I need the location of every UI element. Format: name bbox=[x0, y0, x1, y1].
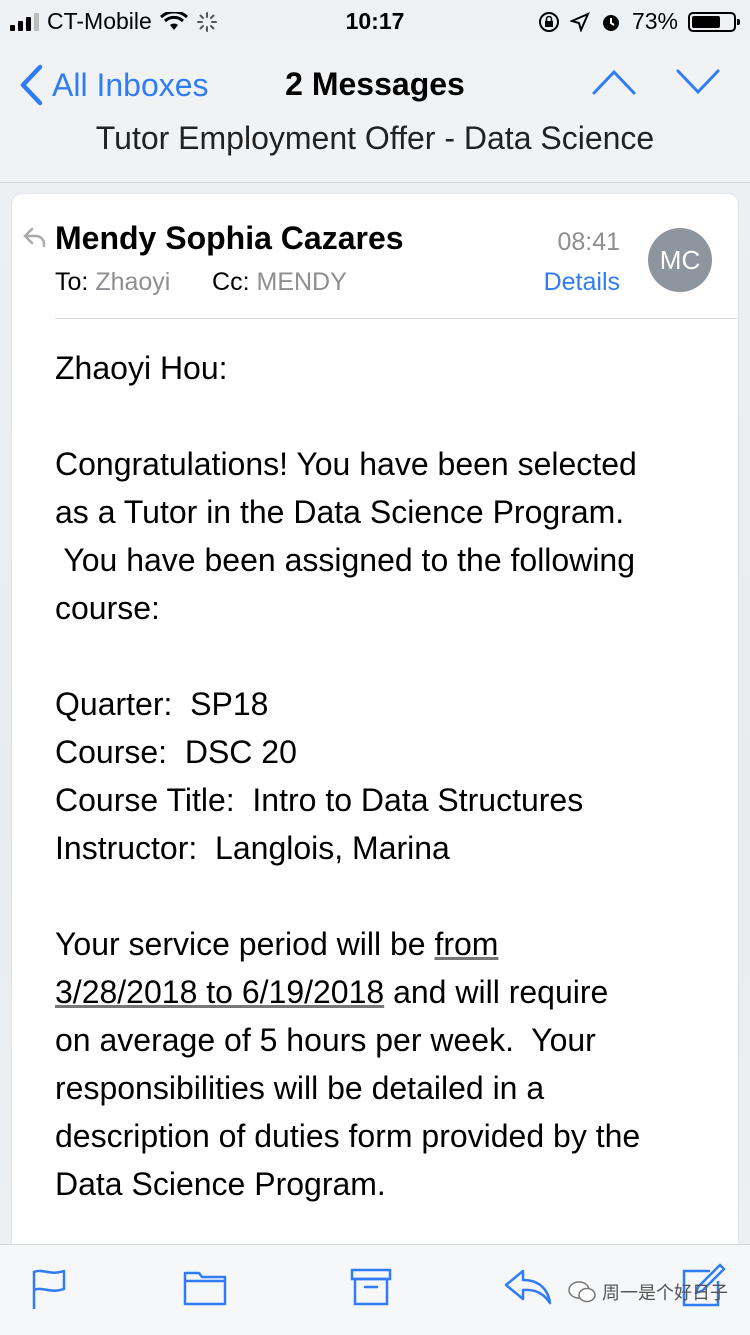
body-line: responsibilities will be detailed in a bbox=[55, 1070, 545, 1106]
bottom-toolbar: 周一是个好日子 bbox=[0, 1244, 750, 1335]
battery-fill bbox=[692, 15, 720, 28]
body-text: Your service period will be bbox=[55, 926, 435, 962]
orientation-lock-icon bbox=[538, 11, 559, 32]
location-icon bbox=[569, 11, 590, 32]
body-text: and will require bbox=[384, 974, 609, 1010]
mail-nav-bar: All Inboxes 2 Messages Tutor Employment … bbox=[0, 40, 750, 183]
battery-icon bbox=[688, 11, 740, 32]
body-line: course: bbox=[55, 590, 160, 626]
cc-recipient[interactable]: MENDY bbox=[257, 268, 347, 296]
to-recipient[interactable]: Zhaoyi bbox=[95, 268, 170, 296]
course-title: Course Title: Intro to Data Structures bbox=[55, 782, 584, 818]
replied-icon bbox=[23, 227, 46, 248]
status-bar: CT-Mobile 10:17 73% bbox=[0, 0, 750, 40]
body-line: Your service period will be from bbox=[55, 920, 705, 968]
body-line: on average of 5 hours per week. Your bbox=[55, 1022, 596, 1058]
folder-icon[interactable] bbox=[183, 1267, 227, 1307]
date-range-link[interactable]: 3/28/2018 to 6/19/2018 bbox=[55, 974, 384, 1010]
battery-percent: 73% bbox=[631, 8, 678, 34]
recipients: To: Zhaoyi Cc: MENDY bbox=[55, 268, 347, 297]
body-line: Congratulations! You have been selected bbox=[55, 446, 637, 482]
thread-subject: Tutor Employment Offer - Data Science bbox=[95, 120, 655, 156]
cc-label: Cc: bbox=[212, 268, 250, 296]
next-message-button[interactable] bbox=[676, 68, 720, 96]
previous-message-button[interactable] bbox=[592, 68, 636, 96]
reply-icon[interactable] bbox=[503, 1267, 553, 1307]
body-line: as a Tutor in the Data Science Program. bbox=[55, 494, 625, 530]
date-range-link[interactable]: from bbox=[434, 926, 498, 962]
body-line: Data Science Program. bbox=[55, 1166, 386, 1202]
message-body: Zhaoyi Hou: Congratulations! You have be… bbox=[55, 344, 705, 1208]
body-line: description of duties form provided by t… bbox=[55, 1118, 641, 1154]
archive-icon[interactable] bbox=[350, 1267, 392, 1307]
body-line: 3/28/2018 to 6/19/2018 and will require bbox=[55, 968, 705, 1016]
sender-name[interactable]: Mendy Sophia Cazares bbox=[55, 220, 404, 257]
course-code: Course: DSC 20 bbox=[55, 734, 297, 770]
to-label: To: bbox=[55, 268, 89, 296]
watermark-text: 周一是个好日子 bbox=[602, 1283, 728, 1303]
status-right: 73% bbox=[538, 8, 740, 35]
details-link[interactable]: Details bbox=[544, 268, 620, 297]
body-line: You have been assigned to the following bbox=[55, 542, 636, 578]
message-card: Mendy Sophia Cazares 08:41 Details MC To… bbox=[12, 194, 738, 1244]
watermark: 周一是个好日子 bbox=[568, 1279, 728, 1305]
body-greeting: Zhaoyi Hou: bbox=[55, 350, 228, 386]
course-instructor: Instructor: Langlois, Marina bbox=[55, 830, 450, 866]
wechat-logo-icon bbox=[568, 1281, 596, 1303]
message-navigation bbox=[592, 68, 720, 96]
avatar[interactable]: MC bbox=[648, 228, 712, 292]
flag-icon[interactable] bbox=[30, 1267, 68, 1311]
message-time: 08:41 bbox=[557, 228, 620, 256]
course-quarter: Quarter: SP18 bbox=[55, 686, 269, 722]
header-divider bbox=[55, 318, 738, 319]
alarm-icon bbox=[602, 14, 619, 31]
